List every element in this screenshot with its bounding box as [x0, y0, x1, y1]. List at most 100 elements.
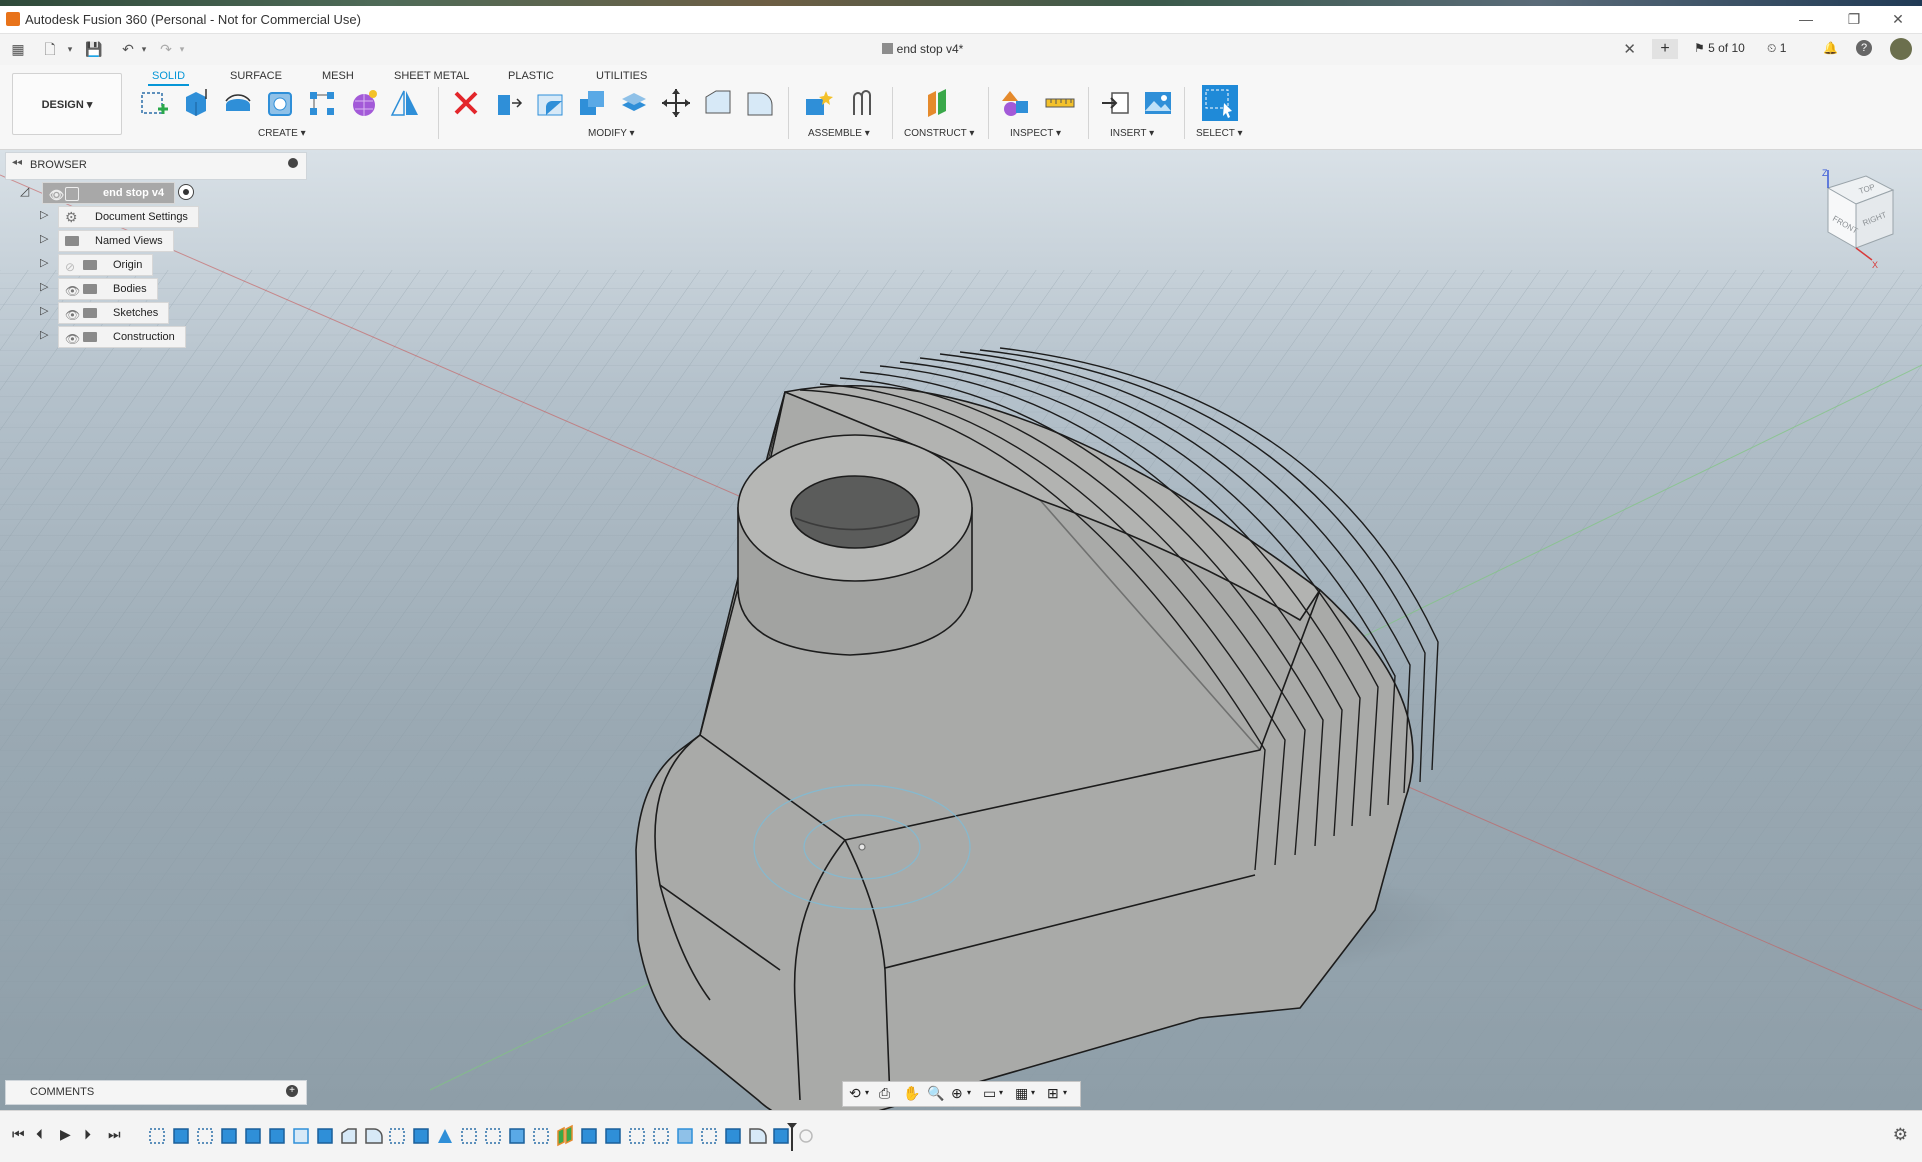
new-component-icon[interactable] [802, 87, 834, 119]
timeline-sketch-feature[interactable] [197, 1128, 213, 1144]
fillet-icon[interactable] [534, 87, 566, 119]
select-icon[interactable] [1202, 85, 1238, 121]
insert-group-label[interactable]: INSERT ▾ [1110, 128, 1154, 139]
timeline-pattern-feature[interactable] [533, 1128, 549, 1144]
add-comment-icon[interactable]: + [286, 1085, 298, 1097]
job-status[interactable]: ⏲ 1 [1767, 41, 1786, 56]
construct-group-label[interactable]: CONSTRUCT ▾ [904, 128, 974, 139]
timeline-sketch-feature[interactable] [701, 1128, 717, 1144]
timeline-previous-icon[interactable]: ⏴ [36, 1126, 43, 1143]
file-menu-chevron-icon[interactable]: ▾ [60, 40, 80, 58]
timeline-plane-feature[interactable] [557, 1124, 573, 1147]
grid-chevron-icon[interactable]: ▾ [1031, 1088, 1035, 1097]
offset-plane-icon[interactable] [922, 87, 954, 119]
expand-arrow-icon[interactable]: ▷ [40, 329, 52, 341]
viewports-chevron-icon[interactable]: ▾ [1063, 1088, 1067, 1097]
save-icon[interactable]: 💾 [84, 40, 104, 58]
document-tab[interactable]: end stop v4* ✕ [195, 34, 1650, 65]
viewports-icon[interactable]: ⊞ [1047, 1085, 1059, 1102]
assemble-group-label[interactable]: ASSEMBLE ▾ [808, 128, 870, 139]
timeline-extrude-feature[interactable] [317, 1128, 333, 1144]
notifications-bell-icon[interactable]: 🔔 [1823, 41, 1838, 55]
visibility-eye-icon[interactable]: 👁 [49, 185, 64, 205]
insert-derive-icon[interactable] [1100, 87, 1132, 119]
orbit-chevron-icon[interactable]: ▾ [865, 1088, 869, 1097]
fit-chevron-icon[interactable]: ▾ [967, 1088, 971, 1097]
timeline-sketch-feature[interactable] [149, 1128, 165, 1144]
modify-group-label[interactable]: MODIFY ▾ [588, 128, 635, 139]
grid-settings-icon[interactable]: ▦ [1015, 1085, 1028, 1102]
expand-arrow-icon[interactable]: ▷ [40, 233, 52, 245]
timeline-extrude-feature[interactable] [245, 1128, 261, 1144]
timeline-extrude-feature[interactable] [221, 1128, 237, 1144]
mount-boss[interactable] [737, 434, 973, 656]
tab-sheet-metal[interactable]: SHEET METAL [390, 68, 473, 84]
timeline-extrude-feature[interactable] [413, 1128, 429, 1144]
tab-plastic[interactable]: PLASTIC [504, 68, 558, 84]
file-menu-icon[interactable]: 🗋 [40, 40, 60, 58]
redo-chevron-icon[interactable]: ▾ [172, 40, 192, 58]
combine-icon[interactable] [576, 87, 608, 119]
delete-icon[interactable] [450, 87, 482, 119]
create-sketch-icon[interactable] [138, 87, 170, 119]
timeline-fillet-feature[interactable] [293, 1128, 309, 1144]
offset-face-icon[interactable] [618, 87, 650, 119]
collapse-panel-icon[interactable]: ◂◂ [12, 157, 22, 168]
mirror-icon[interactable] [390, 87, 422, 119]
canvas-viewport[interactable] [0, 150, 1922, 1110]
timeline-fillet-feature[interactable] [749, 1128, 767, 1144]
timeline-extrude-feature[interactable] [581, 1128, 597, 1144]
split-face-icon[interactable] [744, 87, 776, 119]
close-window-button[interactable]: ✕ [1878, 8, 1918, 30]
timeline-combine-feature[interactable] [509, 1128, 525, 1144]
move-copy-icon[interactable] [660, 87, 692, 119]
timeline-chamfer-feature[interactable] [341, 1128, 357, 1144]
timeline-mirror-feature[interactable] [438, 1129, 452, 1143]
tab-surface[interactable]: SURFACE [226, 68, 286, 84]
timeline-suppressed-feature[interactable] [799, 1129, 813, 1143]
visibility-eye-icon[interactable]: 👁 [65, 329, 80, 349]
timeline-sketch-feature[interactable] [461, 1128, 477, 1144]
press-pull-icon[interactable] [492, 87, 524, 119]
timeline-fillet-feature[interactable] [365, 1128, 383, 1144]
tab-utilities[interactable]: UTILITIES [592, 68, 651, 84]
timeline-shell-feature[interactable] [677, 1128, 693, 1144]
revolve-icon[interactable] [222, 87, 254, 119]
timeline-sketch-feature[interactable] [629, 1128, 645, 1144]
close-tab-icon[interactable]: ✕ [1623, 40, 1636, 58]
joint-icon[interactable] [846, 87, 878, 119]
hidden-eye-icon[interactable]: ⊘ [65, 257, 75, 277]
select-group-label[interactable]: SELECT ▾ [1196, 128, 1243, 139]
create-group-label[interactable]: CREATE ▾ [258, 128, 306, 139]
workspace-switcher-button[interactable]: DESIGN ▾ [12, 73, 122, 135]
data-panel-grid-icon[interactable]: ▦ [8, 40, 28, 58]
interference-icon[interactable] [1000, 87, 1032, 119]
help-icon[interactable]: ? [1856, 40, 1872, 56]
insert-canvas-icon[interactable] [1142, 87, 1174, 119]
expand-arrow-icon[interactable]: ▷ [40, 209, 52, 221]
tab-mesh[interactable]: MESH [318, 68, 358, 84]
chamfer-icon[interactable] [702, 87, 734, 119]
timeline-first-icon[interactable]: ⏮ [12, 1126, 25, 1143]
comments-panel-header[interactable]: COMMENTS + [5, 1080, 307, 1105]
browser-options-icon[interactable] [288, 158, 298, 168]
timeline-extrude-feature[interactable] [173, 1128, 189, 1144]
timeline-sketch-feature[interactable] [653, 1128, 669, 1144]
tree-root-label[interactable]: 👁 end stop v4 [42, 182, 176, 205]
timeline-next-icon[interactable]: ⏵ [84, 1126, 91, 1143]
inspect-group-label[interactable]: INSPECT ▾ [1010, 128, 1061, 139]
orbit-icon[interactable]: ⟲ [849, 1085, 861, 1102]
timeline-marker-head[interactable] [787, 1123, 797, 1129]
extrude-icon[interactable] [180, 87, 212, 119]
timeline-last-icon[interactable]: ⏭ [108, 1126, 121, 1143]
create-form-icon[interactable] [348, 87, 380, 119]
look-at-icon[interactable]: ⎙ [879, 1085, 890, 1102]
browser-panel-header[interactable]: ◂◂ BROWSER [5, 152, 307, 180]
zoom-icon[interactable]: 🔍 [927, 1085, 944, 1102]
tab-solid[interactable]: SOLID [148, 68, 190, 86]
expand-arrow-icon[interactable]: ▷ [40, 305, 52, 317]
undo-chevron-icon[interactable]: ▾ [134, 40, 154, 58]
measure-icon[interactable] [1044, 87, 1076, 119]
timeline-sketch-feature[interactable] [389, 1128, 405, 1144]
model-canvas[interactable] [0, 150, 1922, 1110]
